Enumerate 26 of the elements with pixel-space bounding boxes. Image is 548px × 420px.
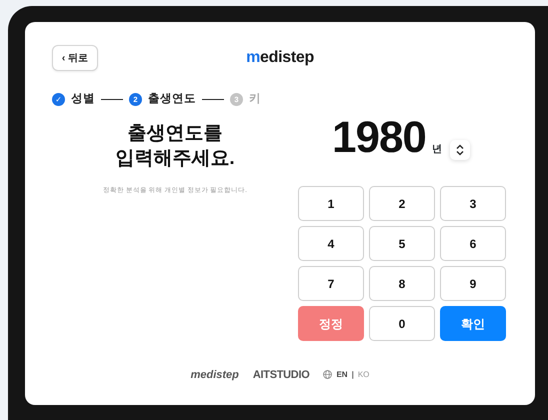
- prompt-title: 출생연도를 입력해주세요.: [115, 122, 235, 171]
- step-label: 키: [249, 92, 261, 107]
- confirm-button[interactable]: 확인: [440, 306, 506, 342]
- digit-key[interactable]: 9: [440, 266, 506, 302]
- year-unit: 년: [432, 143, 442, 158]
- digit-key[interactable]: 8: [369, 266, 435, 302]
- language-option[interactable]: EN: [336, 368, 348, 381]
- digit-key[interactable]: 6: [440, 226, 506, 262]
- digit-key[interactable]: 7: [298, 266, 364, 302]
- back-button[interactable]: ‹ 뒤로: [52, 45, 98, 71]
- digit-key[interactable]: 1: [298, 186, 364, 222]
- digit-key[interactable]: 4: [298, 226, 364, 262]
- digit-key[interactable]: 5: [369, 226, 435, 262]
- separator: |: [352, 368, 354, 381]
- digit-key[interactable]: 2: [369, 186, 435, 222]
- chevron-up-down-icon: [456, 144, 464, 156]
- digit-key[interactable]: 3: [440, 186, 506, 222]
- studio-logo: AITSTUDIO: [252, 368, 310, 382]
- globe-icon: [323, 370, 332, 380]
- stepper-button[interactable]: [450, 140, 470, 160]
- year-value: 1980: [332, 116, 426, 160]
- step-label: 출생연도: [148, 92, 196, 107]
- brand-logo: medistep: [190, 368, 239, 382]
- logo: medistep: [246, 48, 314, 68]
- step-label: 성별: [71, 92, 95, 107]
- digit-key[interactable]: 0: [369, 306, 435, 342]
